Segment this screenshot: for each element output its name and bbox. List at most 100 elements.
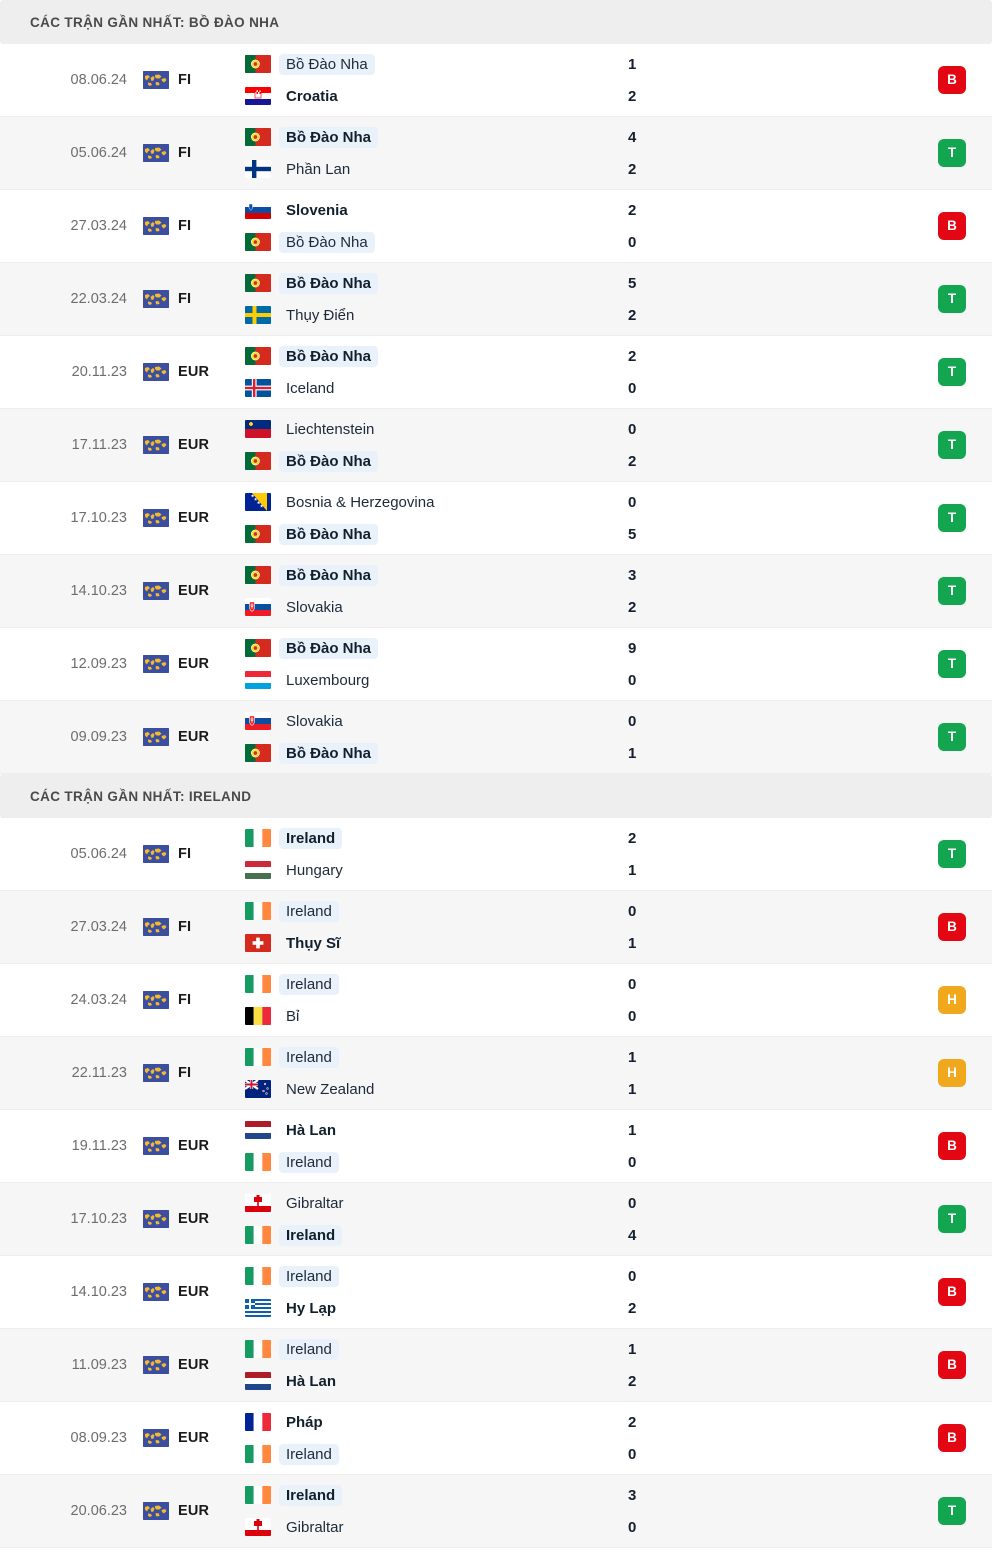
match-row[interactable]: 17.10.23 EUR Bosnia & Herzegovina Bồ Đào… (0, 482, 992, 555)
home-score: 3 (628, 1486, 637, 1504)
match-row[interactable]: 17.11.23 EUR Liechtenstein Bồ Đào Nha 0 … (0, 409, 992, 482)
match-date: 27.03.24 (70, 919, 127, 935)
result-badge: H (938, 1059, 966, 1087)
result-badge-cell: T (912, 701, 992, 773)
home-team-line[interactable]: Ireland (245, 1338, 612, 1360)
match-row[interactable]: 08.09.23 EUR Pháp Ireland 2 0 B (0, 1402, 992, 1475)
away-team-line[interactable]: Bồ Đào Nha (245, 231, 612, 253)
home-team-line[interactable]: Ireland (245, 973, 612, 995)
teams-cell: Ireland Hà Lan (240, 1329, 612, 1401)
flag-icon-be (245, 1007, 271, 1025)
away-team-line[interactable]: New Zealand (245, 1079, 612, 1100)
match-date: 11.09.23 (71, 1357, 127, 1373)
match-row[interactable]: 19.11.23 EUR Hà Lan Ireland 1 0 B (0, 1110, 992, 1183)
match-row[interactable]: 20.11.23 EUR Bồ Đào Nha Iceland 2 0 T (0, 336, 992, 409)
match-row[interactable]: 27.03.24 FI Ireland Thụy Sĩ 0 1 B (0, 891, 992, 964)
home-team-line[interactable]: Bồ Đào Nha (245, 53, 612, 75)
competition-cell: EUR (135, 701, 240, 773)
match-row[interactable]: 17.10.23 EUR Gibraltar Ireland 0 4 T (0, 1183, 992, 1256)
away-team-line[interactable]: Bồ Đào Nha (245, 523, 612, 545)
away-team-line[interactable]: Hà Lan (245, 1371, 612, 1392)
home-score: 4 (628, 128, 637, 146)
match-row[interactable]: 14.10.23 EUR Ireland Hy Lạp 0 2 B (0, 1256, 992, 1329)
home-team-line[interactable]: Ireland (245, 900, 612, 922)
away-team-line[interactable]: Slovakia (245, 597, 612, 618)
teams-cell: Bồ Đào Nha Luxembourg (240, 628, 612, 700)
home-team-line[interactable]: Ireland (245, 1265, 612, 1287)
competition-cell: EUR (135, 409, 240, 481)
match-date-cell: 14.10.23 (0, 1256, 135, 1328)
away-team-line[interactable]: Thụy Điển (245, 305, 612, 326)
home-team-line[interactable]: Bồ Đào Nha (245, 126, 612, 148)
result-badge-cell: B (912, 1110, 992, 1182)
match-row[interactable]: 20.06.23 EUR Ireland Gibraltar 3 0 T (0, 1475, 992, 1548)
world-map-icon (143, 582, 169, 600)
result-badge-cell: B (912, 44, 992, 116)
away-team-name: Iceland (286, 379, 335, 397)
away-team-line[interactable]: Bồ Đào Nha (245, 742, 612, 764)
home-team-line[interactable]: Liechtenstein (245, 419, 612, 440)
teams-cell: Ireland Thụy Sĩ (240, 891, 612, 963)
home-team-line[interactable]: Ireland (245, 1484, 612, 1506)
match-row[interactable]: 24.03.24 FI Ireland Bỉ 0 0 H (0, 964, 992, 1037)
match-row[interactable]: 05.06.24 FI Bồ Đào Nha Phần Lan 4 2 T (0, 117, 992, 190)
home-team-line[interactable]: Bồ Đào Nha (245, 272, 612, 294)
home-team-line[interactable]: Gibraltar (245, 1193, 612, 1214)
competition-label: EUR (178, 1503, 210, 1519)
competition-cell: FI (135, 44, 240, 116)
away-team-line[interactable]: Thụy Sĩ (245, 933, 612, 954)
match-row[interactable]: 22.03.24 FI Bồ Đào Nha Thụy Điển 5 2 T (0, 263, 992, 336)
world-map-icon (143, 991, 169, 1009)
flag-icon-li (245, 420, 271, 438)
competition-cell: EUR (135, 482, 240, 554)
scores-cell: 2 0 (612, 336, 912, 408)
scores-cell: 0 1 (612, 891, 912, 963)
home-team-line[interactable]: Bồ Đào Nha (245, 345, 612, 367)
teams-cell: Slovakia Bồ Đào Nha (240, 701, 612, 773)
match-date: 19.11.23 (71, 1138, 127, 1154)
home-team-line[interactable]: Slovakia (245, 711, 612, 732)
competition-label: FI (178, 992, 192, 1008)
away-team-line[interactable]: Hy Lạp (245, 1298, 612, 1319)
teams-cell: Hà Lan Ireland (240, 1110, 612, 1182)
home-team-line[interactable]: Ireland (245, 827, 612, 849)
match-row[interactable]: 22.11.23 FI Ireland New Zealand 1 1 H (0, 1037, 992, 1110)
away-team-line[interactable]: Croatia (245, 86, 612, 107)
match-row[interactable]: 11.09.23 EUR Ireland Hà Lan 1 2 B (0, 1329, 992, 1402)
home-team-name: Slovakia (286, 712, 343, 730)
match-row[interactable]: 14.10.23 EUR Bồ Đào Nha Slovakia 3 2 T (0, 555, 992, 628)
away-team-line[interactable]: Luxembourg (245, 670, 612, 691)
home-team-line[interactable]: Hà Lan (245, 1120, 612, 1141)
home-team-line[interactable]: Bồ Đào Nha (245, 564, 612, 586)
away-team-line[interactable]: Ireland (245, 1443, 612, 1465)
match-row[interactable]: 08.06.24 FI Bồ Đào Nha Croatia 1 2 B (0, 44, 992, 117)
away-team-line[interactable]: Hungary (245, 860, 612, 881)
away-team-line[interactable]: Bồ Đào Nha (245, 450, 612, 472)
match-row[interactable]: 27.03.24 FI Slovenia Bồ Đào Nha 2 0 B (0, 190, 992, 263)
match-date-cell: 17.11.23 (0, 409, 135, 481)
flag-icon-ie (245, 1340, 271, 1358)
home-team-line[interactable]: Ireland (245, 1046, 612, 1068)
match-row[interactable]: 12.09.23 EUR Bồ Đào Nha Luxembourg 9 0 T (0, 628, 992, 701)
teams-cell: Ireland Bỉ (240, 964, 612, 1036)
home-team-name: Bồ Đào Nha (279, 126, 379, 148)
away-team-line[interactable]: Gibraltar (245, 1517, 612, 1538)
flag-icon-ie (245, 902, 271, 920)
home-team-line[interactable]: Bồ Đào Nha (245, 637, 612, 659)
match-row[interactable]: 09.09.23 EUR Slovakia Bồ Đào Nha 0 1 T (0, 701, 992, 774)
result-badge: T (938, 1497, 966, 1525)
away-team-line[interactable]: Ireland (245, 1224, 612, 1246)
home-team-line[interactable]: Slovenia (245, 200, 612, 221)
recent-matches-panel: CÁC TRẬN GẦN NHẤT: BỒ ĐÀO NHA 08.06.24 F… (0, 0, 992, 1548)
away-team-line[interactable]: Iceland (245, 378, 612, 399)
away-team-line[interactable]: Phần Lan (245, 159, 612, 180)
match-row[interactable]: 05.06.24 FI Ireland Hungary 2 1 T (0, 818, 992, 891)
teams-cell: Liechtenstein Bồ Đào Nha (240, 409, 612, 481)
away-team-line[interactable]: Bỉ (245, 1006, 612, 1027)
home-team-line[interactable]: Bosnia & Herzegovina (245, 492, 612, 513)
home-team-line[interactable]: Pháp (245, 1412, 612, 1433)
away-team-line[interactable]: Ireland (245, 1151, 612, 1173)
competition-label: EUR (178, 656, 210, 672)
result-badge-cell: T (912, 1475, 992, 1547)
flag-icon-gi (245, 1518, 271, 1536)
